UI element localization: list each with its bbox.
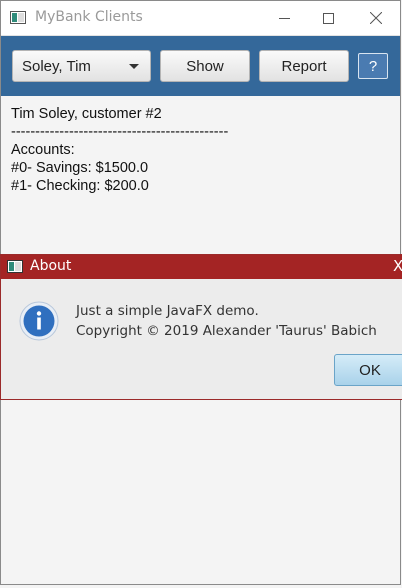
ok-button[interactable]: OK [334,354,402,386]
about-close-button[interactable]: X [393,257,402,275]
about-message-line: Just a simple JavaFX demo. [76,303,259,319]
close-button[interactable] [353,1,399,35]
about-message: Just a simple JavaFX demo. Copyright © 2… [76,301,377,341]
show-button[interactable]: Show [160,50,250,82]
customer-output: Tim Soley, customer #2 -----------------… [11,105,228,195]
toolbar: Soley, Tim Show Report ? [1,36,400,96]
output-line: #0- Savings: $1500.0 [11,160,149,176]
window-title-bar[interactable]: MyBank Clients [1,1,400,36]
customer-select[interactable]: Soley, Tim [12,50,151,82]
output-line: Tim Soley, customer #2 [11,106,162,122]
maximize-icon [322,12,334,24]
customer-select-value: Soley, Tim [22,57,91,75]
minimize-icon [278,17,290,19]
app-window-icon [10,11,26,24]
minimize-button[interactable] [261,1,307,35]
chevron-down-icon [129,64,139,69]
about-dialog-title: About [30,258,72,274]
about-message-line: Copyright © 2019 Alexander 'Taurus' Babi… [76,323,377,339]
app-window-icon [7,260,23,273]
window-title: MyBank Clients [35,9,143,25]
maximize-button[interactable] [305,1,351,35]
help-button[interactable]: ? [358,53,388,79]
output-line: #1- Checking: $200.0 [11,178,149,194]
report-button[interactable]: Report [259,50,349,82]
close-icon [370,12,382,24]
about-dialog: About X Just a simple JavaFX demo. Copyr… [0,254,402,400]
about-dialog-title-bar[interactable]: About X [1,255,402,279]
output-line: Accounts: [11,142,75,158]
info-icon [19,301,59,341]
output-line: ----------------------------------------… [11,124,229,140]
about-dialog-body: Just a simple JavaFX demo. Copyright © 2… [1,279,402,399]
